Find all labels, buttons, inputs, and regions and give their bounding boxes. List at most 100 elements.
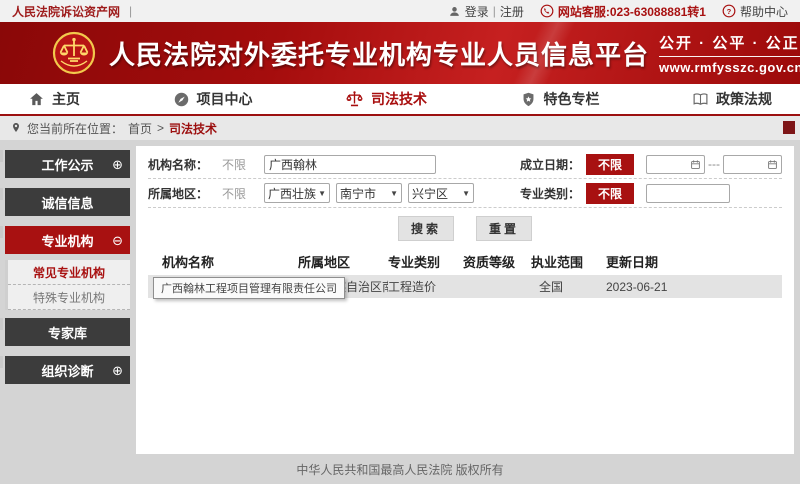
court-emblem-icon [52, 31, 96, 75]
copyright-text: 中华人民共和国最高人民法院 版权所有 [296, 461, 503, 478]
svg-text:?: ? [727, 7, 732, 16]
location-pin-icon [10, 122, 22, 134]
cell-category: 工程造价 [388, 278, 463, 295]
org-name-any[interactable]: 不限 [222, 156, 246, 173]
results-table-header: 机构名称 所属地区 专业类别 资质等级 执业范围 更新日期 [148, 248, 782, 275]
utility-bar: 人民法院诉讼资产网 | 登录 | 注册 网站客服:023-63088881转1 … [0, 0, 800, 22]
nav-item-judicial-tech[interactable]: 司法技术 [345, 89, 427, 109]
scales-icon [345, 90, 364, 109]
chevron-down-icon: ▼ [390, 189, 398, 198]
collapse-icon[interactable]: ⊖ [112, 234, 123, 247]
cell-updated: 2023-06-21 [606, 280, 782, 294]
date-from-input[interactable] [646, 155, 705, 174]
founded-date-label: 成立日期： [520, 156, 580, 173]
region-label: 所属地区： [148, 185, 208, 202]
category-input[interactable] [646, 184, 730, 203]
date-to-input[interactable] [723, 155, 782, 174]
submenu-item-special-orgs[interactable]: 特殊专业机构 [8, 285, 130, 310]
form-row-2: 所属地区： 不限 广西壮族自治 ▼ 南宁市 ▼ 兴宁区 ▼ 专业类别： 不限 [148, 179, 782, 208]
site-link[interactable]: 人民法院诉讼资产网 [12, 3, 120, 20]
search-panel: 机构名称： 不限 成立日期： 不限 --- [136, 146, 794, 454]
org-name-label: 机构名称： [148, 156, 208, 173]
sidebar-item-org-diagnosis[interactable]: 组织诊断 ⊕ [5, 356, 130, 384]
sidebar-item-expert-library[interactable]: 专家库 [5, 318, 130, 346]
breadcrumb-separator: > [157, 121, 164, 135]
col-header-scope: 执业范围 [531, 252, 606, 271]
register-link[interactable]: 注册 [500, 3, 524, 20]
submenu-item-label: 常见专业机构 [33, 264, 105, 281]
col-header-updated: 更新日期 [606, 252, 782, 271]
expand-icon[interactable]: ⊕ [112, 158, 123, 171]
nav-item-label: 特色专栏 [544, 89, 600, 109]
breadcrumb-current[interactable]: 司法技术 [169, 120, 217, 137]
nav-item-featured-column[interactable]: 特色专栏 [520, 89, 600, 109]
sidebar-item-label: 专家库 [48, 323, 87, 342]
chevron-down-icon: ▼ [318, 189, 326, 198]
nav-item-project-center[interactable]: 项目中心 [173, 89, 253, 109]
org-name-input[interactable] [264, 155, 436, 174]
city-select[interactable]: 南宁市 ▼ [336, 183, 402, 203]
breadcrumb-prefix: 您当前所在位置： [27, 120, 123, 137]
district-select[interactable]: 兴宁区 ▼ [408, 183, 474, 203]
submenu-item-common-orgs[interactable]: 常见专业机构 [8, 260, 130, 285]
calendar-icon [690, 159, 701, 170]
shield-star-icon [520, 91, 537, 108]
user-icon [448, 5, 461, 18]
sidebar-item-label: 专业机构 [41, 231, 93, 250]
col-header-category: 专业类别 [388, 252, 463, 271]
sidebar-item-work-publicity[interactable]: 工作公示 ⊕ [5, 150, 130, 178]
nav-item-home[interactable]: 主页 [28, 89, 80, 109]
content-area: 工作公示 ⊕ 诚信信息 专业机构 ⊖ 常见专业机构 特殊专业机构 专家库 组织诊… [0, 140, 800, 454]
sidebar-item-label: 诚信信息 [41, 193, 93, 212]
search-button[interactable]: 搜索 [398, 216, 454, 241]
form-actions: 搜索 重置 [148, 208, 782, 248]
sidebar: 工作公示 ⊕ 诚信信息 专业机构 ⊖ 常见专业机构 特殊专业机构 专家库 组织诊… [0, 146, 136, 454]
org-name-tooltip: 广西翰林工程项目管理有限责任公司 [153, 277, 345, 299]
submenu-item-label: 特殊专业机构 [33, 289, 105, 306]
reset-button[interactable]: 重置 [476, 216, 532, 241]
sidebar-item-label: 工作公示 [41, 155, 93, 174]
expand-icon[interactable]: ⊕ [112, 364, 123, 377]
hotline-text: 网站客服:023-63088881转1 [558, 3, 706, 20]
chevron-down-icon: ▼ [462, 189, 470, 198]
category-label: 专业类别： [520, 185, 580, 202]
sidebar-item-label: 组织诊断 [41, 361, 93, 380]
breadcrumb: 您当前所在位置： 首页 > 司法技术 [0, 116, 800, 140]
compass-icon [173, 91, 190, 108]
calendar-icon [767, 159, 778, 170]
site-banner: 人民法院对外委托专业机构专业人员信息平台 公开 · 公平 · 公正 www.rm… [0, 22, 800, 84]
date-range-separator: --- [708, 157, 720, 171]
sidebar-item-integrity-info[interactable]: 诚信信息 [5, 188, 130, 216]
banner-url: www.rmfysszc.gov.cn [659, 60, 800, 75]
divider: | [129, 4, 132, 18]
cell-scope: 全国 [531, 278, 606, 295]
category-any-badge[interactable]: 不限 [586, 183, 634, 204]
region-any[interactable]: 不限 [222, 185, 246, 202]
divider: | [493, 4, 496, 18]
page-title: 人民法院对外委托专业机构专业人员信息平台 [109, 35, 649, 72]
col-header-grade: 资质等级 [463, 252, 531, 271]
main-nav: 主页 项目中心 司法技术 特色专栏 [0, 84, 800, 116]
founded-date-any-badge[interactable]: 不限 [586, 154, 634, 175]
nav-item-label: 项目中心 [197, 89, 253, 109]
sidebar-submenu: 常见专业机构 特殊专业机构 [5, 260, 130, 310]
corner-marker [783, 121, 795, 134]
nav-item-label: 政策法规 [716, 89, 772, 109]
nav-item-label: 司法技术 [371, 89, 427, 109]
form-row-1: 机构名称： 不限 成立日期： 不限 --- [148, 150, 782, 179]
footer: 中华人民共和国最高人民法院 版权所有 [0, 454, 800, 484]
col-header-org: 机构名称 [148, 252, 298, 271]
col-header-region: 所属地区 [298, 252, 388, 271]
nav-item-label: 主页 [52, 89, 80, 109]
breadcrumb-home-link[interactable]: 首页 [128, 120, 152, 137]
phone-icon [540, 4, 554, 18]
nav-item-policy[interactable]: 政策法规 [692, 89, 772, 109]
banner-slogan: 公开 · 公平 · 公正 [659, 32, 800, 57]
sidebar-item-professional-orgs[interactable]: 专业机构 ⊖ [5, 226, 130, 254]
home-icon [28, 91, 45, 108]
help-center-link[interactable]: 帮助中心 [740, 3, 788, 20]
help-icon: ? [722, 4, 736, 18]
login-link[interactable]: 登录 [465, 3, 489, 20]
province-select[interactable]: 广西壮族自治 ▼ [264, 183, 330, 203]
book-icon [692, 91, 709, 108]
